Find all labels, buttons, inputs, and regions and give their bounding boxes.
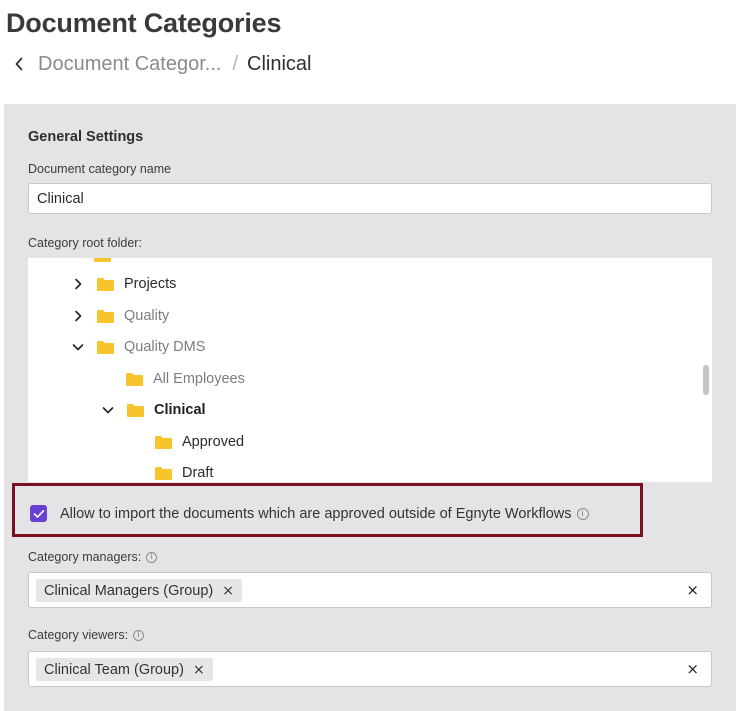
tree-item-label: Quality DMS [124,339,206,355]
tree-item-quality-dms[interactable]: Quality DMS [68,335,205,359]
tree-item-approved[interactable]: Approved [154,430,244,454]
chevron-left-icon[interactable] [10,50,28,78]
chip-label: Clinical Managers (Group) [44,582,214,599]
managers-input[interactable]: Clinical Managers (Group) × × [28,572,712,608]
breadcrumb-parent-link[interactable]: Document Categor... [38,53,221,76]
import-checkbox[interactable] [30,505,47,522]
tree-item-clinical[interactable]: Clinical [98,398,206,422]
clear-icon[interactable]: × [686,660,699,678]
tree-row-clipped [93,258,121,267]
category-name-label: Document category name [28,162,172,176]
settings-panel: General Settings Document category name … [4,104,736,711]
tree-item-quality[interactable]: Quality [68,304,169,328]
viewers-label-text: Category viewers: [28,628,129,642]
tree-item-label: Projects [124,276,177,292]
folder-icon [154,466,173,481]
folder-icon [96,277,115,292]
folder-icon [96,309,115,324]
managers-label: Category managers: i [28,550,158,564]
folder-icon [126,403,145,418]
folder-icon [154,435,173,450]
tree-item-label: All Employees [153,371,245,387]
breadcrumb-current: Clinical [247,52,312,75]
import-checkbox-label: Allow to import the documents which are … [60,505,572,522]
tree-item-label: Quality [124,308,170,324]
viewers-chip: Clinical Team (Group) × [36,658,213,681]
page-title: Document Categories [6,8,282,38]
chip-label: Clinical Team (Group) [44,661,184,678]
chevron-down-icon[interactable] [68,337,88,357]
managers-chip: Clinical Managers (Group) × [36,579,242,602]
chevron-down-icon[interactable] [98,400,118,420]
viewers-label: Category viewers: i [28,628,145,642]
tree-item-all-employees[interactable]: All Employees [125,367,245,391]
tree-item-projects[interactable]: Projects [68,272,176,296]
chevron-right-icon[interactable] [68,306,88,326]
info-icon[interactable]: i [146,551,158,563]
info-icon[interactable]: i [576,507,589,520]
tree-item-label: Draft [182,465,214,481]
root-folder-label: Category root folder: [28,236,142,250]
chevron-right-icon[interactable] [68,274,88,294]
section-title-general: General Settings [28,129,144,145]
tree-item-label: Approved [182,434,245,450]
chip-remove-icon[interactable]: × [222,583,234,599]
tree-scrollbar[interactable] [703,365,709,395]
tree-item-draft[interactable]: Draft [154,461,213,482]
chip-remove-icon[interactable]: × [193,662,205,678]
folder-icon [96,340,115,355]
info-icon[interactable]: i [133,629,145,641]
folder-icon [93,258,112,263]
tree-item-label: Clinical [154,402,206,418]
folder-tree[interactable]: Projects Quality Quality DMS All Employe… [28,258,712,482]
category-name-input[interactable] [28,183,712,214]
managers-label-text: Category managers: [28,550,142,564]
import-option-row: Allow to import the documents which are … [30,505,589,522]
clear-icon[interactable]: × [686,581,699,599]
viewers-input[interactable]: Clinical Team (Group) × × [28,651,712,687]
breadcrumb: Document Categor... / Clinical [10,50,311,78]
breadcrumb-separator: / [232,52,238,75]
folder-icon [125,372,144,387]
